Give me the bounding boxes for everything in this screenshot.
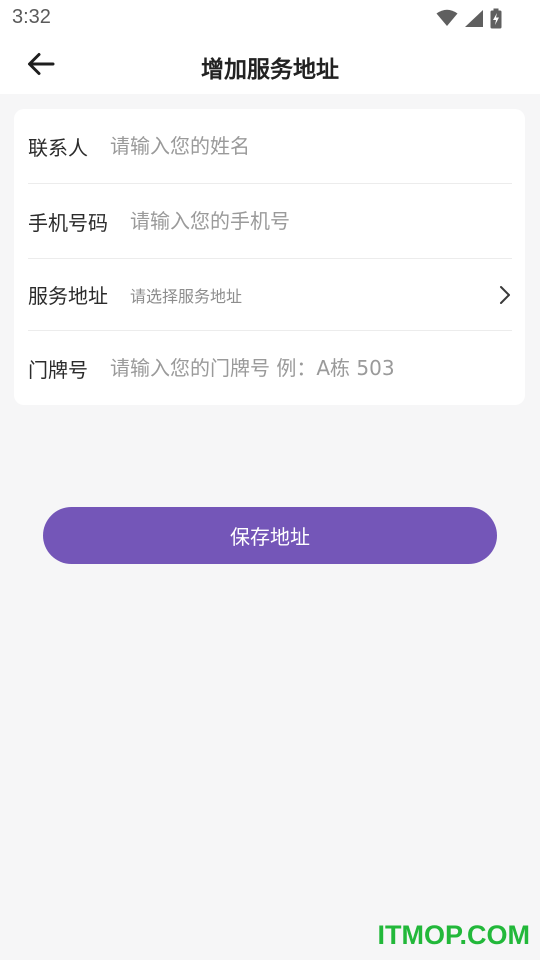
app-header: 3:32 增加服务地址 — [0, 0, 540, 94]
battery-charging-icon — [490, 8, 502, 29]
phone-row: 手机号码 — [28, 184, 512, 258]
status-bar: 3:32 — [0, 0, 540, 38]
contact-row: 联系人 — [28, 109, 512, 183]
cellular-signal-icon — [464, 9, 484, 28]
contact-label: 联系人 — [28, 135, 88, 160]
save-address-button[interactable]: 保存地址 — [43, 507, 497, 564]
nav-bar: 增加服务地址 — [0, 38, 540, 94]
status-icons — [436, 7, 502, 29]
status-time: 3:32 — [12, 6, 51, 28]
chevron-right-icon — [498, 284, 512, 306]
wifi-icon — [436, 9, 458, 27]
service-address-selector[interactable]: 服务地址 请选择服务地址 — [28, 259, 512, 330]
contact-name-input[interactable] — [110, 126, 512, 166]
door-number-row: 门牌号 — [28, 331, 512, 405]
service-address-placeholder: 请选择服务地址 — [130, 286, 243, 306]
address-form-card: 联系人 手机号码 服务地址 请选择服务地址 门牌号 — [14, 109, 525, 405]
phone-label: 手机号码 — [28, 210, 108, 235]
door-number-input[interactable] — [110, 348, 512, 388]
page-title: 增加服务地址 — [201, 57, 339, 83]
door-number-label: 门牌号 — [28, 357, 88, 382]
phone-number-input[interactable] — [130, 201, 512, 241]
service-address-label: 服务地址 — [28, 284, 108, 308]
watermark-text: ITMOP.COM — [377, 920, 530, 950]
